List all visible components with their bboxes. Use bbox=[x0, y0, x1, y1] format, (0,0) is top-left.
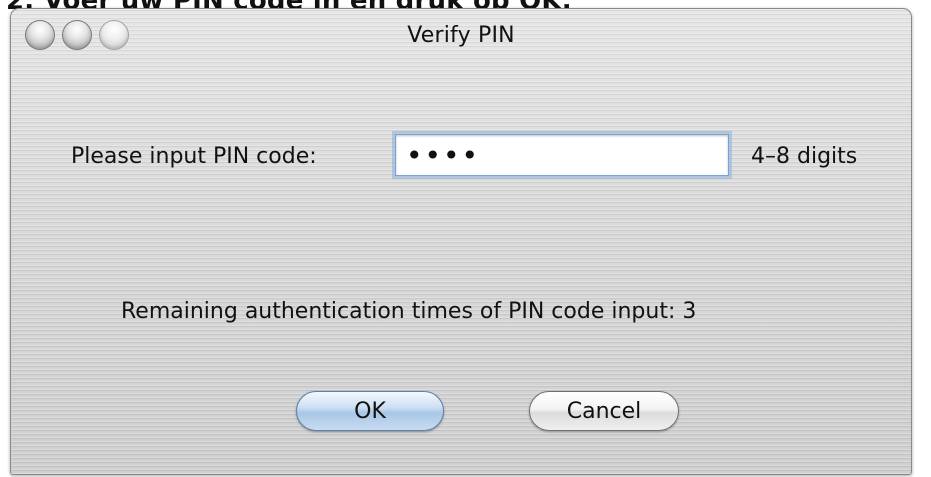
cancel-button[interactable]: Cancel bbox=[529, 391, 679, 431]
pin-row: Please input PIN code: •••• 4–8 digits bbox=[11, 134, 911, 182]
verify-pin-dialog: Verify PIN Please input PIN code: •••• 4… bbox=[10, 8, 912, 475]
window-title: Verify PIN bbox=[407, 22, 515, 48]
close-icon[interactable] bbox=[25, 20, 55, 50]
pin-length-hint: 4–8 digits bbox=[751, 144, 858, 169]
pin-input[interactable]: •••• bbox=[395, 134, 729, 176]
zoom-icon[interactable] bbox=[99, 20, 129, 50]
window-controls bbox=[25, 20, 129, 50]
remaining-attempts-text: Remaining authentication times of PIN co… bbox=[121, 299, 697, 324]
ok-button[interactable]: OK bbox=[296, 391, 444, 431]
title-bar: Verify PIN bbox=[11, 9, 911, 61]
minimize-icon[interactable] bbox=[62, 20, 92, 50]
pin-label: Please input PIN code: bbox=[71, 144, 317, 169]
